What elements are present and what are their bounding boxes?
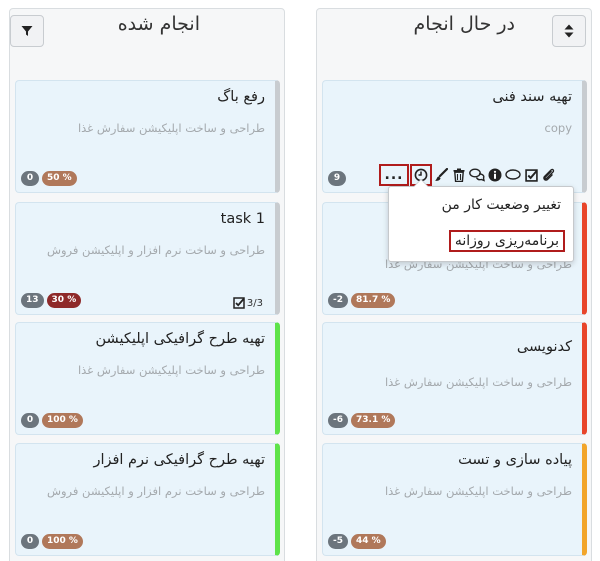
count-badge: -5 — [328, 534, 348, 549]
card-title: کدنویسی — [516, 339, 572, 355]
card-project: copy — [544, 121, 572, 135]
card-project: طراحی و ساخت اپلیکیشن سفارش غذا — [384, 484, 572, 498]
card-title: رفع باگ — [217, 89, 265, 105]
delete-button[interactable] — [450, 164, 468, 186]
sort-button[interactable] — [552, 15, 586, 47]
count-badge: 0 — [21, 413, 39, 428]
filter-icon — [21, 26, 33, 36]
count-badge: 0 — [21, 534, 39, 549]
comments-icon — [469, 168, 485, 182]
checkbox-icon — [233, 297, 245, 309]
attachment-button[interactable] — [540, 164, 558, 186]
checkbox-icon — [524, 168, 538, 182]
progress-badge: 81.7 % — [351, 293, 396, 308]
trash-icon — [453, 168, 465, 182]
progress-badge: 73.1 % — [351, 413, 396, 428]
checklist-button[interactable] — [522, 164, 540, 186]
task-card[interactable]: رفع باگ طراحی و ساخت اپلیکیشن سفارش غذا … — [15, 80, 280, 193]
task-card[interactable]: task 1 طراحی و ساخت نرم افزار و اپلیکیشن… — [15, 202, 280, 315]
column-title: انجام شده — [117, 13, 200, 35]
card-title: تهیه طرح گرافیکی نرم افزار — [93, 452, 265, 468]
paperclip-icon — [543, 168, 555, 181]
info-button[interactable] — [486, 164, 504, 186]
task-card[interactable]: تهیه طرح گرافیکی اپلیکیشن طراحی و ساخت ا… — [15, 322, 280, 435]
dropdown-caret — [413, 179, 429, 187]
column-title: در حال انجام — [413, 13, 515, 35]
progress-badge: 100 % — [42, 534, 83, 549]
progress-badge: 50 % — [42, 171, 77, 186]
count-badge: -6 — [328, 413, 348, 428]
comment-button[interactable] — [504, 164, 522, 186]
card-project: طراحی و ساخت اپلیکیشن سفارش غذا — [77, 121, 265, 135]
task-card[interactable]: تهیه سند فنی copy 9 ... — [322, 80, 587, 193]
card-project: طراحی و ساخت نرم افزار و اپلیکیشن فروش — [46, 243, 265, 257]
progress-badge: 100 % — [42, 413, 83, 428]
task-card[interactable]: کدنویسی طراحی و ساخت اپلیکیشن سفارش غذا … — [322, 322, 587, 435]
column-in-progress: در حال انجام تهیه سند فنی copy 9 ... طرا… — [316, 8, 592, 561]
checklist-count: 3/3 — [246, 297, 263, 309]
card-actions-dropdown: تغییر وضعیت کار من برنامه‌ریزی روزانه — [388, 179, 574, 262]
more-button[interactable]: ... — [379, 164, 409, 186]
comments-button[interactable] — [468, 164, 486, 186]
info-icon — [488, 168, 502, 182]
color-button[interactable] — [432, 164, 450, 186]
card-toolbar: ... — [379, 163, 558, 187]
column-done: انجام شده رفع باگ طراحی و ساخت اپلیکیشن … — [9, 8, 285, 561]
column-header: انجام شده — [10, 9, 284, 61]
count-badge: -2 — [328, 293, 348, 308]
card-title: تهیه طرح گرافیکی اپلیکیشن — [95, 331, 265, 347]
checklist-status: 3/3 — [233, 297, 263, 309]
count-badge: 9 — [328, 171, 346, 186]
card-project: طراحی و ساخت اپلیکیشن سفارش غذا — [384, 375, 572, 389]
filter-button[interactable] — [10, 15, 44, 47]
card-title: تهیه سند فنی — [492, 89, 572, 105]
count-badge: 13 — [21, 293, 44, 308]
card-title: task 1 — [220, 211, 265, 227]
task-card[interactable]: پیاده سازی و تست طراحی و ساخت اپلیکیشن س… — [322, 443, 587, 556]
column-header: در حال انجام — [317, 9, 591, 61]
card-title: پیاده سازی و تست — [458, 452, 572, 468]
comment-icon — [505, 169, 521, 180]
progress-badge: 30 % — [46, 293, 82, 308]
progress-badge: 44 % — [351, 534, 386, 549]
menu-item-change-status[interactable]: تغییر وضعیت کار من — [442, 197, 561, 213]
card-project: طراحی و ساخت نرم افزار و اپلیکیشن فروش — [46, 484, 265, 498]
sort-icon — [564, 24, 574, 38]
brush-icon — [435, 168, 448, 181]
menu-item-daily-planning[interactable]: برنامه‌ریزی روزانه — [448, 230, 565, 252]
task-card[interactable]: تهیه طرح گرافیکی نرم افزار طراحی و ساخت … — [15, 443, 280, 556]
more-dots-icon: ... — [384, 167, 404, 183]
card-project: طراحی و ساخت اپلیکیشن سفارش غذا — [77, 363, 265, 377]
count-badge: 0 — [21, 171, 39, 186]
